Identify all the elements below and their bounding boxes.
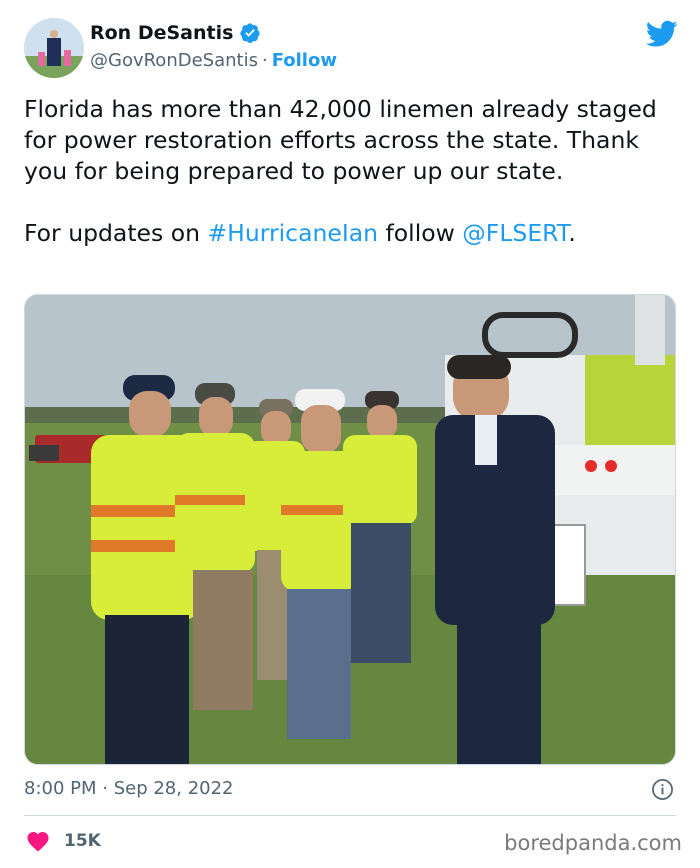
tweet-paragraph-2-middle: follow bbox=[378, 219, 463, 247]
heart-icon bbox=[27, 832, 49, 852]
verified-badge-icon bbox=[240, 23, 261, 43]
author-name[interactable]: Ron DeSantis bbox=[90, 22, 233, 44]
tweet-paragraph-2: For updates on #HurricaneIan follow @FLS… bbox=[24, 218, 676, 249]
mention-link[interactable]: @FLSERT bbox=[462, 219, 568, 247]
tweet-paragraph-2-prefix: For updates on bbox=[24, 219, 208, 247]
info-icon[interactable] bbox=[651, 778, 674, 801]
divider bbox=[24, 815, 676, 816]
tweet-timestamp[interactable]: 8:00 PM · Sep 28, 2022 bbox=[24, 778, 234, 799]
source-watermark: boredpanda.com bbox=[504, 831, 682, 855]
separator-dot: · bbox=[261, 50, 268, 71]
hashtag-link[interactable]: #HurricaneIan bbox=[207, 219, 378, 247]
author-handle[interactable]: @GovRonDeSantis bbox=[90, 50, 258, 71]
tweet-photo[interactable] bbox=[24, 294, 676, 765]
tweet-paragraph-2-suffix: . bbox=[568, 219, 576, 247]
tweet-text: Florida has more than 42,000 linemen alr… bbox=[24, 94, 676, 249]
twitter-bird-icon[interactable] bbox=[646, 20, 678, 48]
like-count: 15K bbox=[64, 831, 101, 851]
follow-button[interactable]: Follow bbox=[272, 50, 337, 71]
like-button[interactable]: 15K bbox=[26, 830, 101, 852]
author-avatar[interactable] bbox=[24, 18, 84, 78]
tweet-paragraph-1: Florida has more than 42,000 linemen alr… bbox=[24, 95, 657, 185]
